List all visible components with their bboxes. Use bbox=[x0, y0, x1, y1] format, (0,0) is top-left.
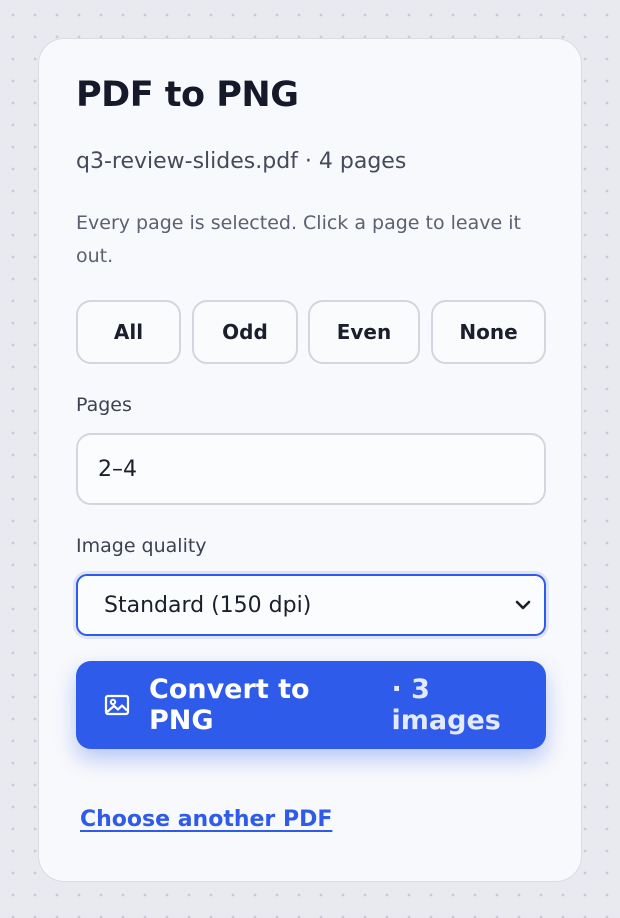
selection-hint: Every page is selected. Click a page to … bbox=[76, 212, 521, 267]
convert-image-count: · 3 images bbox=[391, 674, 501, 736]
select-even-button[interactable]: Even bbox=[308, 300, 420, 364]
quality-select[interactable]: Standard (150 dpi) bbox=[76, 574, 546, 636]
select-all-button[interactable]: All bbox=[76, 300, 181, 364]
page-selection-buttons: All Odd Even None bbox=[76, 300, 546, 364]
convert-button-label: Convert to PNG bbox=[149, 674, 310, 736]
file-info: q3-review-slides.pdf · 4 pages bbox=[76, 149, 407, 174]
quality-label: Image quality bbox=[76, 535, 207, 557]
page-title: PDF to PNG bbox=[76, 75, 299, 115]
convert-button[interactable]: Convert to PNG · 3 images bbox=[76, 661, 546, 749]
chevron-down-icon bbox=[514, 596, 532, 614]
quality-select-value: Standard (150 dpi) bbox=[104, 592, 312, 618]
converter-card: PDF to PNG q3-review-slides.pdf · 4 page… bbox=[38, 38, 582, 882]
select-none-button[interactable]: None bbox=[431, 300, 546, 364]
select-odd-button[interactable]: Odd bbox=[192, 300, 298, 364]
pages-input[interactable] bbox=[76, 433, 546, 505]
choose-another-pdf-link[interactable]: Choose another PDF bbox=[80, 807, 332, 832]
image-icon bbox=[103, 691, 131, 719]
pages-label: Pages bbox=[76, 394, 132, 416]
